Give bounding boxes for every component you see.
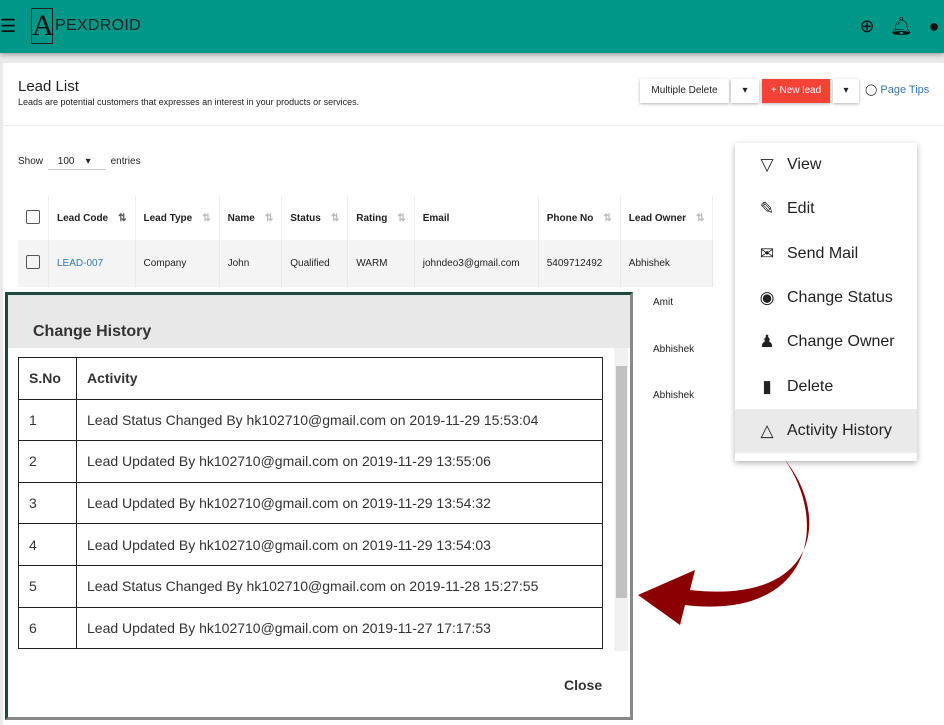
lead-owner: Amit bbox=[653, 297, 673, 308]
new-lead-dropdown-button[interactable]: ▾ bbox=[833, 79, 859, 103]
menu-item-view[interactable]: ▽ View bbox=[735, 143, 917, 187]
trash-icon: ▮ bbox=[762, 376, 772, 396]
curved-arrow-icon bbox=[638, 460, 810, 625]
close-button[interactable]: Close bbox=[564, 677, 602, 693]
table-header: Lead Code ⇅ Lead Type ⇅ Name ⇅ Status ⇅ Rati… bbox=[18, 196, 714, 240]
history-table: S.No Activity 1 Lead Status Changed By hk1… bbox=[18, 357, 603, 650]
table-header: S.No Activity bbox=[18, 357, 603, 400]
activity-text: Lead Status Changed By hk102710@gmail.co… bbox=[76, 564, 603, 608]
page-tips-link[interactable]: ◯ Page Tips bbox=[865, 83, 929, 96]
lead-code-link[interactable]: LEAD-007 bbox=[48, 240, 136, 287]
activity-text: Lead Updated By hk102710@gmail.com on 20… bbox=[76, 523, 603, 566]
scrollbar-thumb[interactable] bbox=[616, 366, 627, 598]
row-number: 2 bbox=[18, 440, 77, 483]
column-header[interactable]: Lead Type ⇅ bbox=[135, 196, 220, 240]
activity-text: Lead Updated By hk102710@gmail.com on 20… bbox=[76, 440, 603, 483]
row-number: 1 bbox=[18, 398, 77, 442]
people-icon: ♟ bbox=[759, 332, 775, 352]
triangle-down-icon: ▽ bbox=[760, 155, 774, 175]
leads-table: Lead Code ⇅ Lead Type ⇅ Name ⇅ Status ⇅ Rati… bbox=[18, 196, 714, 287]
modal-title: Change History bbox=[8, 295, 630, 348]
column-header[interactable]: Lead Owner ⇅ bbox=[620, 196, 714, 240]
add-circle-icon[interactable]: ⊕ bbox=[857, 16, 877, 36]
column-header[interactable]: Rating ⇅ bbox=[347, 196, 415, 240]
lead-status: Qualified bbox=[281, 240, 349, 287]
history-row: 4 Lead Updated By hk102710@gmail.com on 2… bbox=[18, 523, 603, 566]
column-header[interactable]: Name ⇅ bbox=[219, 196, 283, 240]
entries-selector: Show 100 ▾ entries bbox=[18, 154, 141, 170]
row-checkbox[interactable] bbox=[26, 255, 40, 269]
row-number: 6 bbox=[18, 606, 77, 650]
triangle-up-icon: △ bbox=[760, 420, 774, 440]
column-header[interactable]: Status ⇅ bbox=[281, 196, 349, 240]
activity-text: Lead Updated By hk102710@gmail.com on 20… bbox=[76, 481, 603, 525]
table-row[interactable]: LEAD-007 Company John Qualified WARM joh… bbox=[18, 240, 714, 287]
lead-owner: Abhishek bbox=[653, 344, 695, 355]
pencil-icon: ✎ bbox=[759, 199, 775, 219]
menu-item-send-mail[interactable]: ✉ Send Mail bbox=[735, 232, 917, 276]
new-lead-button[interactable]: + New lead bbox=[762, 79, 830, 103]
mail-icon: ✉ bbox=[759, 243, 775, 263]
menu-item-delete[interactable]: ▮ Delete bbox=[735, 364, 917, 408]
row-number: 5 bbox=[18, 564, 77, 608]
menu-item-activity-history[interactable]: △ Activity History bbox=[735, 408, 917, 454]
activity-text: Lead Updated By hk102710@gmail.com on 20… bbox=[76, 606, 603, 650]
history-row: 2 Lead Updated By hk102710@gmail.com on 2… bbox=[18, 440, 603, 483]
lead-name: John bbox=[219, 240, 283, 287]
lead-rating: WARM bbox=[347, 240, 415, 287]
menu-item-edit[interactable]: ✎ Edit bbox=[735, 187, 917, 231]
lead-owner: Abhishek bbox=[620, 240, 714, 287]
row-number: 4 bbox=[18, 523, 77, 566]
divider bbox=[3, 125, 944, 126]
history-row: 1 Lead Status Changed By hk102710@gmail.c… bbox=[18, 398, 603, 442]
scrollbar[interactable] bbox=[614, 348, 628, 651]
top-bar: ☰ A PEXDROID ⊕ 🔔︎ ● bbox=[0, 0, 944, 53]
change-history-modal: Change History S.No Activity 1 Lead Status… bbox=[5, 292, 633, 720]
history-row: 5 Lead Status Changed By hk102710@gmail.c… bbox=[18, 564, 603, 608]
select-all-checkbox[interactable] bbox=[26, 209, 40, 224]
row-actions-menu: ▽ View ✎ Edit ✉ Send Mail ◉ Change Status ♟ C… bbox=[735, 143, 917, 461]
logo[interactable]: A PEXDROID bbox=[31, 8, 141, 44]
lead-type: Company bbox=[135, 240, 220, 287]
history-row: 6 Lead Updated By hk102710@gmail.com on 2… bbox=[18, 606, 603, 650]
hamburger-menu-icon[interactable]: ☰ bbox=[0, 16, 16, 37]
menu-item-change-owner[interactable]: ♟ Change Owner bbox=[735, 320, 917, 364]
history-row: 3 Lead Updated By hk102710@gmail.com on 2… bbox=[18, 481, 603, 525]
lead-phone: 5409712492 bbox=[538, 240, 621, 287]
lightbulb-icon: ◯ bbox=[865, 84, 878, 96]
page-title: Lead List bbox=[18, 78, 79, 95]
bell-icon[interactable]: 🔔︎ bbox=[890, 16, 913, 36]
filter-button[interactable]: ▾ bbox=[731, 79, 759, 103]
menu-item-change-status[interactable]: ◉ Change Status bbox=[735, 276, 917, 320]
column-header[interactable]: Phone No ⇅ bbox=[538, 196, 621, 240]
status-icon: ◉ bbox=[759, 288, 775, 308]
column-header[interactable]: Lead Code ⇅ bbox=[48, 196, 136, 240]
row-number: 3 bbox=[18, 481, 77, 525]
entries-select[interactable]: 100 ▾ bbox=[47, 154, 106, 170]
account-icon[interactable]: ● bbox=[924, 16, 944, 36]
lead-email: johndeo3@gmail.com bbox=[414, 240, 539, 287]
column-header[interactable]: Email bbox=[414, 196, 539, 240]
page-subtitle: Leads are potential customers that expre… bbox=[18, 97, 360, 107]
lead-owner: Abhishek bbox=[653, 390, 695, 401]
activity-text: Lead Status Changed By hk102710@gmail.co… bbox=[76, 398, 603, 442]
multiple-delete-button[interactable]: Multiple Delete bbox=[640, 79, 729, 103]
